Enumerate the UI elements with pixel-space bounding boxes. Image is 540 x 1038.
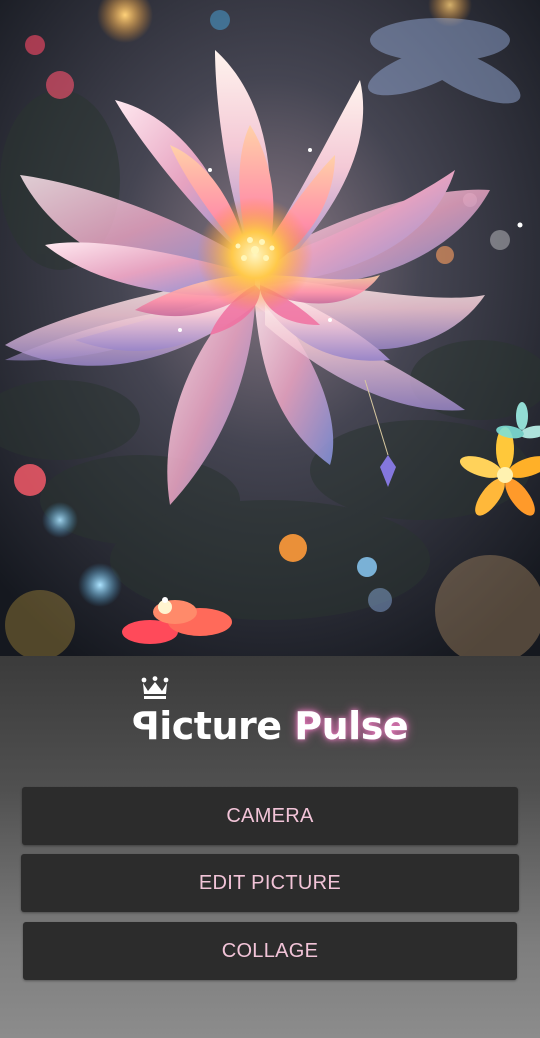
- hero-artwork: [0, 0, 540, 656]
- edit-picture-button[interactable]: EDIT PICTURE: [21, 854, 519, 912]
- lotus-artwork: [0, 0, 540, 656]
- menu-panel: ꟼicture Pulse CAMERA EDIT PICTURE COLLAG…: [0, 656, 540, 1038]
- collage-button[interactable]: COLLAGE: [23, 922, 517, 980]
- app-name-strong: Pulse: [294, 704, 409, 748]
- camera-button[interactable]: CAMERA: [22, 787, 518, 845]
- app-screen: ꟼicture Pulse CAMERA EDIT PICTURE COLLAG…: [0, 0, 540, 1038]
- app-name: ꟼicture Pulse: [0, 704, 540, 748]
- crown-icon: [141, 676, 169, 699]
- app-logo: ꟼicture Pulse: [0, 674, 540, 754]
- app-name-prefix: ꟼicture: [131, 704, 282, 748]
